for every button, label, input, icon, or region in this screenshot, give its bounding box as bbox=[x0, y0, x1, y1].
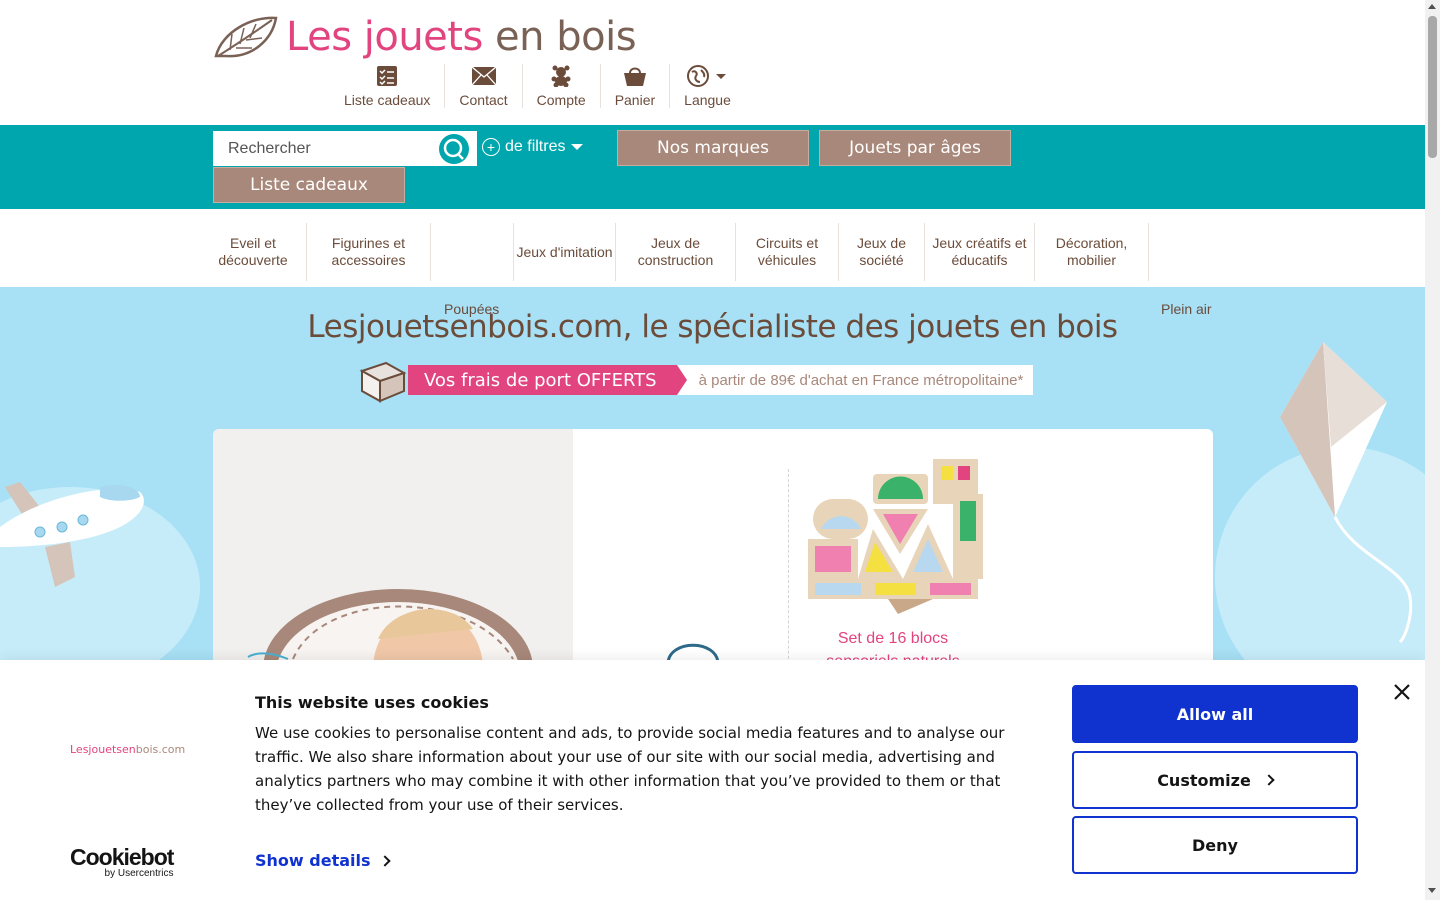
top-nav-basket[interactable]: Panier bbox=[601, 64, 671, 108]
search-band: + de filtres Nos marques Jouets par âges… bbox=[0, 125, 1425, 209]
top-nav-label: Contact bbox=[459, 92, 508, 108]
search-icon bbox=[443, 138, 464, 160]
site-logo-small-part-a: Lesjouetsen bbox=[70, 743, 136, 756]
plus-icon: + bbox=[482, 138, 500, 156]
gift-list-button[interactable]: Liste cadeaux bbox=[213, 167, 405, 203]
scrollbar-thumb[interactable] bbox=[1428, 16, 1437, 158]
show-details-link[interactable]: Show details bbox=[255, 851, 391, 870]
kite-illustration-icon bbox=[1280, 342, 1413, 644]
search-button[interactable] bbox=[439, 134, 469, 164]
category-menu: Eveil et découverte Figurines et accesso… bbox=[0, 209, 1425, 287]
category-figurines[interactable]: Figurines et accessoires bbox=[307, 223, 431, 281]
chevron-right-icon bbox=[1263, 774, 1275, 786]
customize-button[interactable]: Customize bbox=[1072, 751, 1358, 809]
free-shipping-banner[interactable]: Vos frais de port OFFERTS à partir de 89… bbox=[358, 361, 1034, 403]
ages-button[interactable]: Jouets par âges bbox=[819, 130, 1011, 166]
logo-text-brown: en bois bbox=[482, 14, 637, 60]
category-empty[interactable] bbox=[431, 223, 514, 281]
logo-text: Les jouets en bois bbox=[286, 14, 637, 60]
baby-photo-icon bbox=[247, 589, 533, 660]
box-icon bbox=[358, 359, 408, 403]
cookiebot-logo[interactable]: Cookiebot by Usercentrics bbox=[70, 844, 174, 879]
bag-illustration-icon bbox=[667, 643, 719, 660]
card-divider bbox=[788, 469, 789, 660]
cookiebot-brand: Cookiebot bbox=[70, 844, 174, 870]
chevron-right-icon bbox=[378, 854, 391, 867]
cookie-title: This website uses cookies bbox=[255, 693, 489, 712]
top-nav-gift-list[interactable]: Liste cadeaux bbox=[330, 64, 446, 108]
search-box bbox=[213, 131, 477, 166]
category-circuits[interactable]: Circuits et véhicules bbox=[736, 223, 839, 281]
close-icon[interactable] bbox=[1392, 682, 1412, 702]
category-decoration[interactable]: Décoration, mobilier bbox=[1035, 223, 1149, 281]
top-nav-account[interactable]: Compte bbox=[523, 64, 601, 108]
category-societe[interactable]: Jeux de société bbox=[839, 223, 925, 281]
basket-icon bbox=[623, 64, 647, 88]
cookie-consent-banner: Lesjouetsenbois.com Cookiebot by Usercen… bbox=[0, 660, 1425, 900]
top-nav-label: Compte bbox=[536, 92, 586, 108]
teddy-bear-icon bbox=[549, 64, 573, 88]
checklist-icon bbox=[375, 64, 399, 88]
globe-icon bbox=[686, 64, 730, 88]
sensory-blocks-product-image[interactable] bbox=[803, 454, 988, 614]
hero-title: Lesjouetsenbois.com, le spécialiste des … bbox=[307, 309, 1118, 345]
hero-banner: Poupées Plein air Lesjouetsenbois.com, l… bbox=[0, 287, 1425, 660]
search-input[interactable] bbox=[213, 139, 433, 158]
customize-label: Customize bbox=[1157, 770, 1251, 790]
brands-button[interactable]: Nos marques bbox=[617, 130, 809, 166]
envelope-icon bbox=[471, 64, 496, 88]
allow-all-button[interactable]: Allow all bbox=[1072, 685, 1358, 743]
show-details-label: Show details bbox=[255, 851, 371, 870]
caret-down-icon bbox=[571, 144, 584, 150]
category-eveil[interactable]: Eveil et découverte bbox=[200, 223, 307, 281]
site-logo-small-part-b: bois.com bbox=[135, 743, 186, 756]
baby-photo-panel[interactable] bbox=[213, 429, 573, 660]
logo-text-pink: Les jouets bbox=[286, 14, 483, 60]
scroll-up-arrow-icon[interactable] bbox=[1428, 4, 1436, 9]
airplane-illustration-icon bbox=[0, 482, 144, 587]
site-logo[interactable]: Les jouets en bois bbox=[212, 12, 637, 62]
scroll-down-arrow-icon[interactable] bbox=[1428, 888, 1436, 893]
top-nav-language[interactable]: Langue bbox=[670, 64, 745, 108]
filters-label: de filtres bbox=[505, 138, 566, 155]
top-nav-label: Langue bbox=[684, 92, 731, 108]
site-header: Les jouets en bois Liste cadeaux Contact… bbox=[0, 0, 1425, 125]
shipping-sub-text: à partir de 89€ d'achat en France métrop… bbox=[676, 365, 1034, 395]
top-nav-label: Liste cadeaux bbox=[344, 92, 431, 108]
deny-button[interactable]: Deny bbox=[1072, 816, 1358, 874]
top-nav-contact[interactable]: Contact bbox=[445, 64, 523, 108]
cookie-body: We use cookies to personalise content an… bbox=[255, 724, 1005, 814]
top-nav-label: Panier bbox=[614, 92, 656, 108]
more-filters-toggle[interactable]: + de filtres bbox=[482, 138, 584, 156]
leaf-logo-icon bbox=[214, 16, 278, 58]
featured-products-card: Set de 16 blocs sensoriels naturels bbox=[213, 429, 1213, 660]
category-imitation[interactable]: Jeux d'imitation bbox=[514, 223, 616, 281]
page-scrollbar[interactable] bbox=[1425, 0, 1440, 900]
site-logo-small: Lesjouetsenbois.com bbox=[70, 743, 185, 756]
product-name-link[interactable]: Set de 16 blocs sensoriels naturels bbox=[803, 627, 983, 660]
shipping-main-text: Vos frais de port OFFERTS bbox=[408, 365, 687, 395]
category-creatifs[interactable]: Jeux créatifs et éducatifs bbox=[925, 223, 1035, 281]
category-construction[interactable]: Jeux de construction bbox=[616, 223, 736, 281]
top-nav: Liste cadeaux Contact Compte Panier Lang… bbox=[330, 64, 745, 108]
